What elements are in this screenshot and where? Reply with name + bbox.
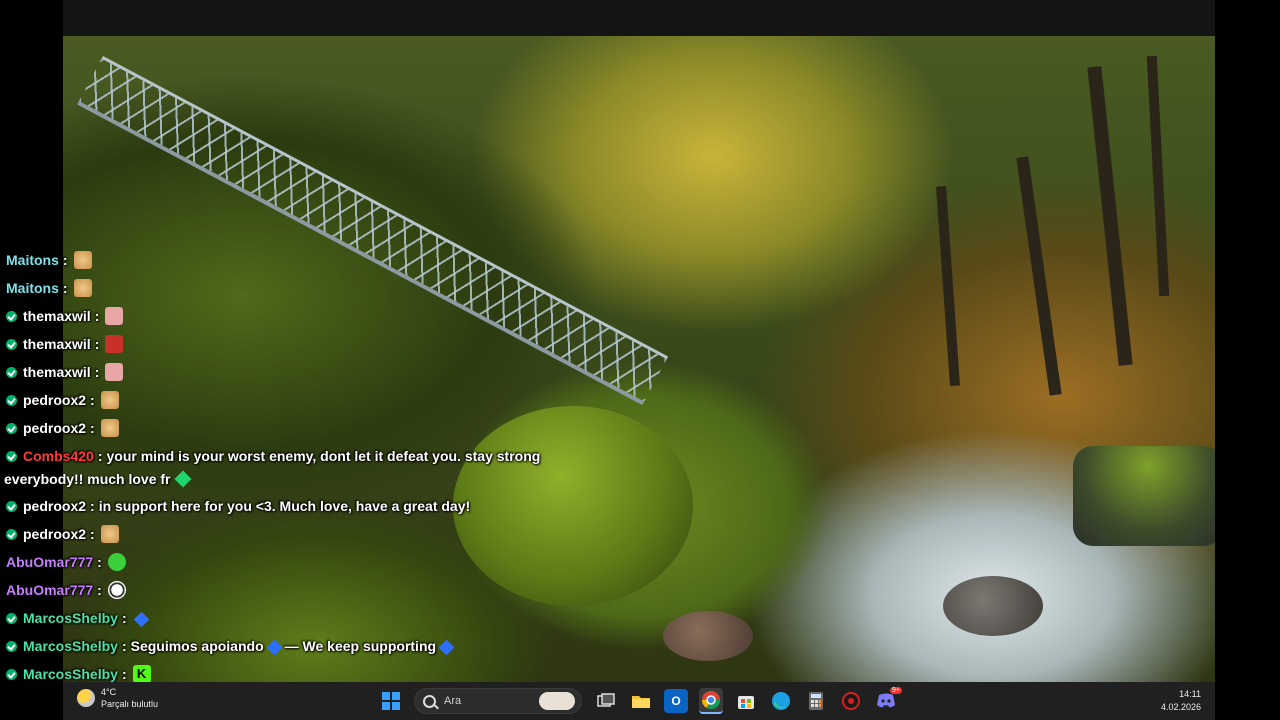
chat-username: pedroox2 [23, 526, 87, 542]
chat-username: themaxwil [23, 308, 91, 324]
chat-username: Maitons [6, 252, 59, 268]
clock-time: 14:11 [1179, 689, 1201, 699]
chat-message: AbuOmar777 : [6, 581, 126, 599]
soccer-ball-icon [107, 581, 126, 599]
outlook-icon[interactable]: O [664, 689, 688, 713]
chat-message: pedroox2 : [6, 419, 119, 437]
taskbar-apps: Ara O 9+ [379, 687, 909, 715]
clap-icon [100, 391, 119, 409]
calculator-icon[interactable] [804, 689, 828, 713]
verified-badge-icon [6, 422, 17, 434]
verified-badge-icon [6, 394, 17, 406]
chat-text: in support here for you <3. Much love, h… [98, 498, 471, 514]
chat-message: pedroox2 : [6, 525, 119, 543]
chat-username: Combs420 [23, 448, 94, 464]
chat-message: pedroox2 : in support here for you <3. M… [6, 497, 470, 515]
chat-username: AbuOmar777 [6, 582, 94, 598]
chat-username: MarcosShelby [23, 610, 118, 626]
file-explorer-icon[interactable] [629, 689, 653, 713]
chat-message: themaxwil : [6, 307, 124, 325]
verified-badge-icon [6, 366, 17, 378]
mossy-boulder [453, 406, 693, 606]
weather-widget[interactable]: 4°C Parçalı bulutlu [77, 686, 158, 710]
clap-icon [73, 279, 92, 297]
weather-desc: Parçalı bulutlu [101, 699, 159, 709]
chat-username: AbuOmar777 [6, 554, 94, 570]
chat-text: your mind is your worst enemy, dont let … [106, 448, 541, 464]
clock-date: 4.02.2026 [1160, 702, 1201, 712]
search-icon [423, 694, 436, 708]
red-face-icon [105, 335, 124, 353]
chat-username: MarcosShelby [23, 666, 118, 682]
chat-message: MarcosShelby : Seguimos apoiando — We ke… [6, 637, 457, 655]
green-heart-icon [174, 470, 191, 488]
chat-message-continuation: everybody!! much love fr [4, 470, 195, 488]
verified-badge-icon [6, 338, 17, 350]
weather-temp: 4°C [101, 687, 117, 697]
partly-cloudy-icon [77, 689, 95, 707]
green-blob-icon [107, 553, 126, 571]
tree-trunk [1016, 156, 1062, 396]
chat-message: themaxwil : [6, 335, 124, 353]
discord-icon[interactable]: 9+ [874, 687, 902, 713]
tree-trunk [1087, 66, 1133, 366]
forest-wallpaper [63, 36, 1215, 682]
chat-username: MarcosShelby [23, 638, 118, 654]
clap-icon [73, 251, 92, 269]
task-view-icon[interactable] [594, 689, 618, 713]
search-placeholder: Ara [444, 695, 462, 707]
chat-text: everybody!! much love fr [4, 471, 171, 487]
verified-badge-icon [6, 450, 17, 462]
chat-message: Combs420 : your mind is your worst enemy… [6, 447, 540, 465]
edge-icon[interactable] [769, 689, 793, 713]
chat-message: AbuOmar777 : [6, 553, 126, 571]
river-stone [663, 611, 753, 661]
chat-username: pedroox2 [23, 392, 87, 408]
search-highlight-icon [539, 692, 575, 710]
chat-username: themaxwil [23, 336, 91, 352]
mossy-rock [1073, 446, 1215, 546]
verified-badge-icon [6, 612, 17, 624]
taskbar: 4°C Parçalı bulutlu Ara O 9+ 14:11 4.02.… [63, 682, 1215, 720]
verified-badge-icon [6, 500, 17, 512]
red-app-icon[interactable] [839, 689, 863, 713]
bridge-graphic [77, 56, 669, 406]
chat-message: Maitons : [6, 279, 92, 297]
system-clock[interactable]: 14:11 4.02.2026 [1161, 688, 1201, 714]
search-box[interactable]: Ara [414, 688, 582, 714]
clap-icon [100, 419, 119, 437]
stream-top-bar [63, 0, 1215, 36]
verified-badge-icon [6, 640, 17, 652]
chrome-icon[interactable] [699, 688, 723, 714]
chat-message: pedroox2 : [6, 391, 119, 409]
river-stone [943, 576, 1043, 636]
chat-text: — We keep supporting [284, 638, 437, 654]
chat-message: themaxwil : [6, 363, 124, 381]
chat-username: pedroox2 [23, 498, 87, 514]
discord-notification-badge: 9+ [890, 687, 902, 694]
chat-username: Maitons [6, 280, 59, 296]
kick-logo-icon: K [132, 665, 151, 683]
ms-store-icon[interactable] [734, 689, 758, 713]
blue-heart-icon [266, 639, 282, 655]
tree-trunk [1146, 55, 1170, 297]
clap-icon [100, 525, 119, 543]
pink-face-icon [105, 307, 124, 325]
chat-message: Maitons : [6, 251, 92, 269]
chat-text: Seguimos apoiando [130, 638, 264, 654]
blue-heart-icon [438, 639, 455, 655]
chat-message: MarcosShelby : [6, 609, 152, 627]
chat-message: MarcosShelby : K [6, 665, 151, 683]
chat-username: pedroox2 [23, 420, 87, 436]
chat-username: themaxwil [23, 364, 91, 380]
verified-badge-icon [6, 668, 17, 680]
verified-badge-icon [6, 528, 17, 540]
tree-trunk [936, 185, 960, 387]
windows-start-icon[interactable] [379, 689, 403, 713]
pink-face-icon [105, 363, 124, 381]
blue-heart-icon [133, 611, 149, 627]
verified-badge-icon [6, 310, 17, 322]
